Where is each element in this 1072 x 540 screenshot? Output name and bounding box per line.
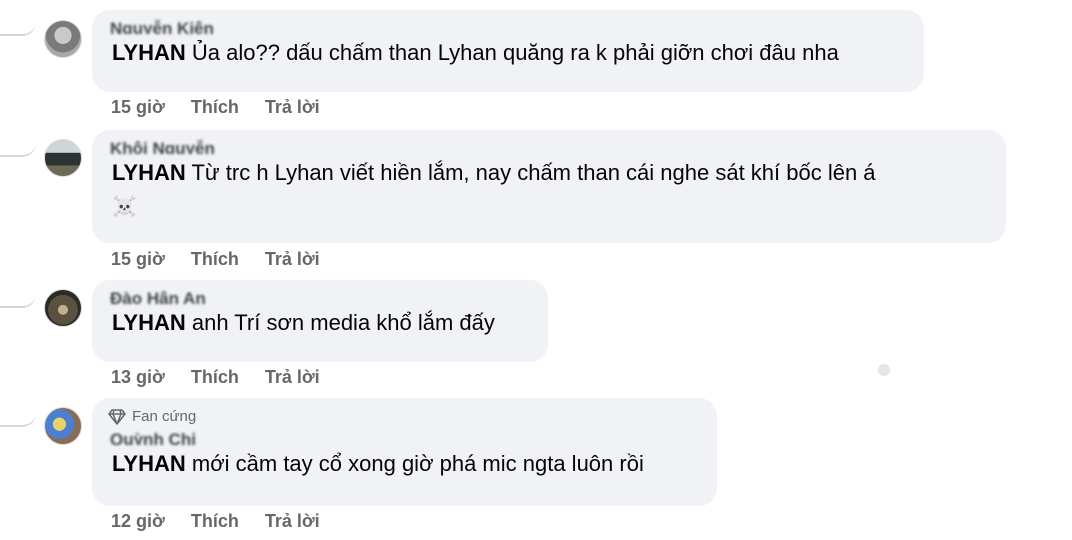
avatar[interactable] — [44, 407, 82, 445]
comment-author[interactable]: Nguyễn Kiên — [110, 20, 904, 34]
comment-bubble: Fan cứng Quỳnh Chi LYHAN mới cầm tay cổ … — [92, 398, 717, 506]
like-button[interactable]: Thích — [191, 367, 239, 388]
comment-text: LYHAN anh Trí sơn media khổ lắm đấy — [112, 306, 528, 339]
mention-tag[interactable]: LYHAN — [112, 451, 186, 476]
comment-bubble: Nguyễn Kiên LYHAN Ủa alo?? dấu chấm than… — [92, 10, 924, 92]
comment-actions: 12 giờ Thích Trả lời — [111, 511, 320, 532]
like-button[interactable]: Thích — [191, 97, 239, 118]
comment-body: mới cầm tay cổ xong giờ phá mic ngta luô… — [191, 451, 644, 476]
thread-connector — [0, 20, 36, 36]
avatar[interactable] — [44, 20, 82, 58]
comment-body: Từ trc h Lyhan viết hiền lắm, nay chấm t… — [191, 160, 876, 185]
skull-emoji-icon: ☠️ — [112, 196, 137, 218]
comment-author[interactable]: Quỳnh Chi — [110, 431, 697, 445]
fan-badge-label: Fan cứng — [132, 408, 197, 425]
comment-time[interactable]: 12 giờ — [111, 511, 165, 532]
thread-connector — [0, 292, 36, 308]
comment-text: LYHAN Ủa alo?? dấu chấm than Lyhan quăng… — [112, 36, 904, 69]
comment-text: LYHAN mới cầm tay cổ xong giờ phá mic ng… — [112, 447, 697, 480]
comment-time[interactable]: 13 giờ — [111, 367, 165, 388]
reply-button[interactable]: Trả lời — [265, 367, 320, 388]
comment-bubble: Khôi Nguyễn LYHAN Từ trc h Lyhan viết hi… — [92, 130, 1006, 243]
comment-bubble: Đào Hân An LYHAN anh Trí sơn media khổ l… — [92, 280, 548, 362]
comment-author[interactable]: Đào Hân An — [110, 290, 528, 304]
avatar[interactable] — [44, 289, 82, 327]
indicator-dot — [878, 364, 890, 376]
comment-time[interactable]: 15 giờ — [111, 97, 165, 118]
comment-time[interactable]: 15 giờ — [111, 249, 165, 270]
like-button[interactable]: Thích — [191, 249, 239, 270]
diamond-icon — [108, 408, 126, 425]
mention-tag[interactable]: LYHAN — [112, 160, 186, 185]
thread-connector — [0, 141, 36, 157]
mention-tag[interactable]: LYHAN — [112, 40, 186, 65]
mention-tag[interactable]: LYHAN — [112, 310, 186, 335]
comment-actions: 15 giờ Thích Trả lời — [111, 97, 320, 118]
comment-author[interactable]: Khôi Nguyễn — [110, 140, 986, 154]
comment-text: LYHAN Từ trc h Lyhan viết hiền lắm, nay … — [112, 156, 986, 224]
fan-badge: Fan cứng — [108, 408, 697, 425]
comment-actions: 13 giờ Thích Trả lời — [111, 367, 320, 388]
comment-body: anh Trí sơn media khổ lắm đấy — [191, 310, 495, 335]
comment-body: Ủa alo?? dấu chấm than Lyhan quăng ra k … — [191, 40, 839, 65]
avatar[interactable] — [44, 139, 82, 177]
like-button[interactable]: Thích — [191, 511, 239, 532]
reply-button[interactable]: Trả lời — [265, 511, 320, 532]
comment-actions: 15 giờ Thích Trả lời — [111, 249, 320, 270]
thread-connector — [0, 411, 36, 427]
reply-button[interactable]: Trả lời — [265, 97, 320, 118]
reply-button[interactable]: Trả lời — [265, 249, 320, 270]
